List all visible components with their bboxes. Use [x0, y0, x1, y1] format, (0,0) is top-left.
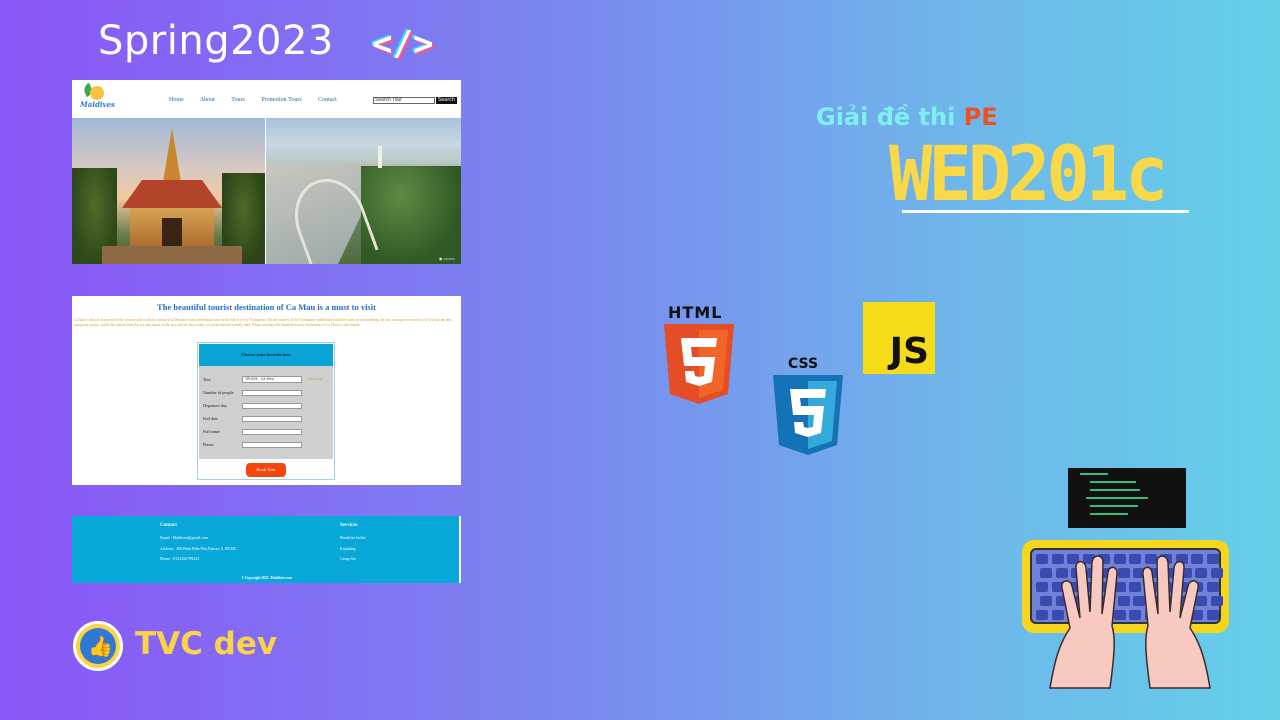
javascript-icon: JS — [863, 302, 935, 374]
page-title: Spring2023 — [98, 18, 334, 64]
book-tour-button[interactable]: Book Tour — [246, 463, 286, 477]
section-paragraph: Ca Mau is known as the end of the countr… — [74, 318, 452, 327]
website-preview-header: Maldives Home About Tours Promotion Tour… — [72, 80, 461, 264]
field-label-number-of-people: Number of people — [203, 390, 234, 395]
phone-input[interactable] — [242, 442, 302, 448]
nav-link-tours[interactable]: Tours — [231, 97, 245, 103]
footer-service-item: Kayaking — [340, 546, 356, 551]
nav-link-promotion-tours[interactable]: Promotion Tours — [261, 97, 301, 103]
html5-icon — [664, 324, 734, 404]
tour-select[interactable]: TPHCM - Cà Mau — [242, 376, 302, 383]
js-label: JS — [889, 331, 929, 372]
monitor-icon — [1068, 468, 1186, 528]
footer-copyright: © Copyright 2021. Maldives.com — [241, 576, 292, 580]
html-label: HTML — [668, 303, 723, 322]
watermark-icon: ◉ ▭▭▭ — [438, 256, 455, 261]
course-code: WED201c — [889, 129, 1168, 219]
form-body: Tour TPHCM - Cà Mau Pricelist Number of … — [199, 366, 333, 459]
nav-links: Home About Tours Promotion Tours Contact — [169, 97, 352, 103]
code-brackets-icon: </> — [372, 24, 434, 64]
pricelist-link[interactable]: Pricelist — [309, 377, 323, 381]
footer-phone: Phone : 0123456789222 — [160, 556, 200, 561]
website-preview-booking: The beautiful tourist destination of Ca … — [72, 296, 461, 485]
title-underline — [902, 210, 1189, 213]
nav-link-contact[interactable]: Contact — [318, 97, 337, 103]
website-preview-footer: Contact Email : Maldives@gmail.com Addre… — [72, 516, 461, 583]
nav-link-home[interactable]: Home — [169, 97, 184, 103]
search-input[interactable]: Search Tour — [373, 97, 435, 104]
typing-hands-icon — [1049, 555, 1211, 689]
site-navbar: Maldives Home About Tours Promotion Tour… — [72, 80, 461, 118]
coastline-photo: ◉ ▭▭▭ — [266, 118, 461, 264]
end-date-input[interactable] — [242, 416, 302, 422]
field-label-departure-day: Departure day — [203, 403, 227, 408]
footer-contact-heading: Contact — [160, 523, 177, 528]
maldives-logo-icon: Maldives — [80, 82, 115, 114]
channel-name: TVC dev — [135, 626, 278, 662]
full-name-input[interactable] — [242, 429, 302, 435]
temple-photo — [72, 118, 265, 264]
thumbs-up-icon: 👍 — [73, 621, 123, 671]
section-title: The beautiful tourist destination of Ca … — [157, 302, 376, 312]
exam-subtitle-accent: PE — [963, 103, 998, 131]
css3-icon — [773, 375, 843, 455]
form-title: Choose your favorite tour — [199, 344, 333, 366]
css-label: CSS — [788, 356, 819, 372]
footer-address: Address : 308 Điện Biên Phủ,District 3, … — [160, 546, 237, 551]
field-label-phone: Phone — [203, 442, 214, 447]
nav-link-about[interactable]: About — [200, 97, 215, 103]
exam-subtitle: Giải đề thi PE — [816, 103, 998, 131]
field-label-full-name: Full name — [203, 429, 220, 434]
footer-service-item: Camp fire — [340, 556, 357, 561]
code-lines-icon — [1080, 473, 1148, 515]
exam-subtitle-prefix: Giải đề thi — [816, 103, 964, 131]
footer-service-item: Breakfast buffet — [340, 535, 366, 540]
footer-services-heading: Services — [340, 523, 358, 528]
footer-email: Email : Maldives@gmail.com — [160, 535, 209, 540]
departure-day-input[interactable] — [242, 403, 302, 409]
field-label-end-date: End date — [203, 416, 218, 421]
field-label-tour: Tour — [203, 377, 211, 382]
number-of-people-input[interactable] — [242, 390, 302, 396]
search-button[interactable]: Search — [436, 97, 457, 104]
booking-form: Choose your favorite tour Tour TPHCM - C… — [197, 342, 335, 480]
